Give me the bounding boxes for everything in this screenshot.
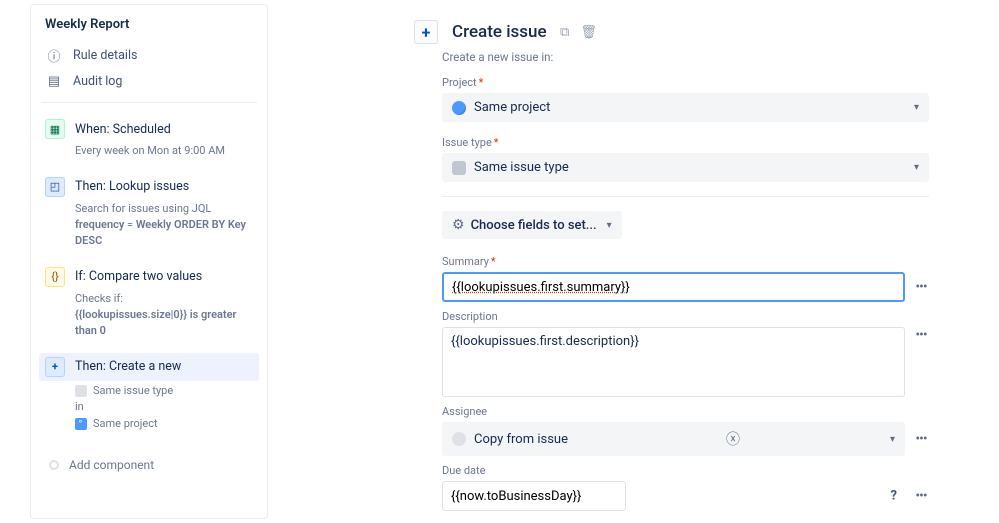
- step-title: Then: Create a new: [75, 359, 181, 374]
- rule-details-link[interactable]: ⓘ Rule details: [39, 42, 259, 68]
- person-icon: [452, 432, 466, 446]
- audit-log-link[interactable]: ▤ Audit log: [39, 68, 259, 94]
- add-step-button[interactable]: +: [414, 20, 438, 44]
- search-icon: ◰: [45, 177, 65, 197]
- add-circle-icon: [49, 460, 59, 470]
- description-label: Description: [442, 310, 929, 323]
- info-icon: ⓘ: [45, 46, 63, 64]
- assignee-label: Assignee: [442, 405, 929, 418]
- required-mark: *: [479, 76, 484, 89]
- step-sub: Search for issues using JQL frequency = …: [39, 201, 259, 255]
- project-label: Project*: [442, 76, 929, 89]
- choose-fields-button[interactable]: ⚙ Choose fields to set... ▾: [442, 211, 622, 239]
- issue-type-select[interactable]: Same issue type ▾: [442, 153, 929, 182]
- log-icon: ▤: [45, 72, 63, 90]
- step-sub: Checks if: {{lookupissues.size|0}} is gr…: [39, 291, 259, 345]
- required-mark: *: [494, 136, 499, 149]
- step-lookup[interactable]: ◰ Then: Lookup issues Search for issues …: [39, 169, 259, 259]
- audit-log-label: Audit log: [73, 74, 122, 89]
- sidebar-title: Weekly Report: [39, 13, 259, 42]
- more-icon[interactable]: •••: [913, 431, 929, 447]
- divider: [41, 102, 257, 103]
- step-sub: Same issue type in Same project: [39, 381, 259, 439]
- chevron-down-icon: ▾: [914, 162, 919, 173]
- step-title: If: Compare two values: [75, 269, 202, 284]
- more-icon[interactable]: •••: [913, 279, 929, 295]
- due-date-label: Due date: [442, 464, 929, 477]
- more-icon[interactable]: •••: [913, 327, 929, 343]
- rule-details-label: Rule details: [73, 48, 137, 63]
- calendar-icon: ▦: [45, 119, 65, 139]
- panel-title: Create issue: [452, 22, 547, 42]
- braces-icon: {}: [45, 267, 65, 287]
- description-input[interactable]: {{lookupissues.first.description}}: [442, 327, 905, 397]
- issue-type-value: Same issue type: [474, 160, 569, 175]
- due-date-input[interactable]: [442, 481, 626, 511]
- help-icon[interactable]: ?: [891, 489, 897, 504]
- assignee-value: Copy from issue: [474, 432, 568, 447]
- panel-subtitle: Create a new issue in:: [442, 50, 969, 64]
- clear-icon[interactable]: ⓧ: [722, 429, 744, 449]
- gear-icon: ⚙: [452, 217, 465, 233]
- more-icon[interactable]: •••: [913, 488, 929, 504]
- copy-icon[interactable]: ⧉: [557, 24, 573, 40]
- choose-fields-label: Choose fields to set...: [471, 218, 597, 233]
- project-icon: [75, 418, 87, 430]
- step-title: When: Scheduled: [75, 122, 171, 137]
- trash-icon[interactable]: 🗑: [581, 24, 597, 40]
- step-scheduled[interactable]: ▦ When: Scheduled Every week on Mon at 9…: [39, 111, 259, 169]
- issuetype-icon: [452, 161, 466, 175]
- add-component-label: Add component: [69, 458, 154, 472]
- required-mark: *: [491, 255, 496, 268]
- chevron-down-icon: ▾: [607, 220, 612, 231]
- plus-icon: +: [45, 357, 65, 377]
- detail-panel: + Create issue ⧉ 🗑 Create a new issue in…: [292, 4, 993, 519]
- chevron-down-icon: ▾: [890, 434, 895, 445]
- step-sub: Every week on Mon at 9:00 AM: [39, 143, 259, 165]
- rule-sidebar: Weekly Report ⓘ Rule details ▤ Audit log…: [30, 4, 268, 519]
- project-select[interactable]: Same project ▾: [442, 93, 929, 122]
- step-title: Then: Lookup issues: [75, 179, 189, 194]
- globe-icon: [452, 101, 466, 115]
- step-compare[interactable]: {} If: Compare two values Checks if: {{l…: [39, 259, 259, 349]
- issuetype-icon: [75, 385, 87, 397]
- summary-label: Summary*: [442, 255, 929, 268]
- divider: [442, 196, 929, 197]
- chevron-down-icon: ▾: [914, 102, 919, 113]
- project-value: Same project: [474, 100, 550, 115]
- add-component-link[interactable]: Add component: [39, 442, 259, 476]
- step-create[interactable]: + Then: Create a new Same issue type in …: [39, 349, 259, 443]
- summary-input[interactable]: [442, 272, 905, 302]
- issue-type-label: Issue type*: [442, 136, 929, 149]
- assignee-select[interactable]: Copy from issue ⓧ ▾: [442, 422, 905, 456]
